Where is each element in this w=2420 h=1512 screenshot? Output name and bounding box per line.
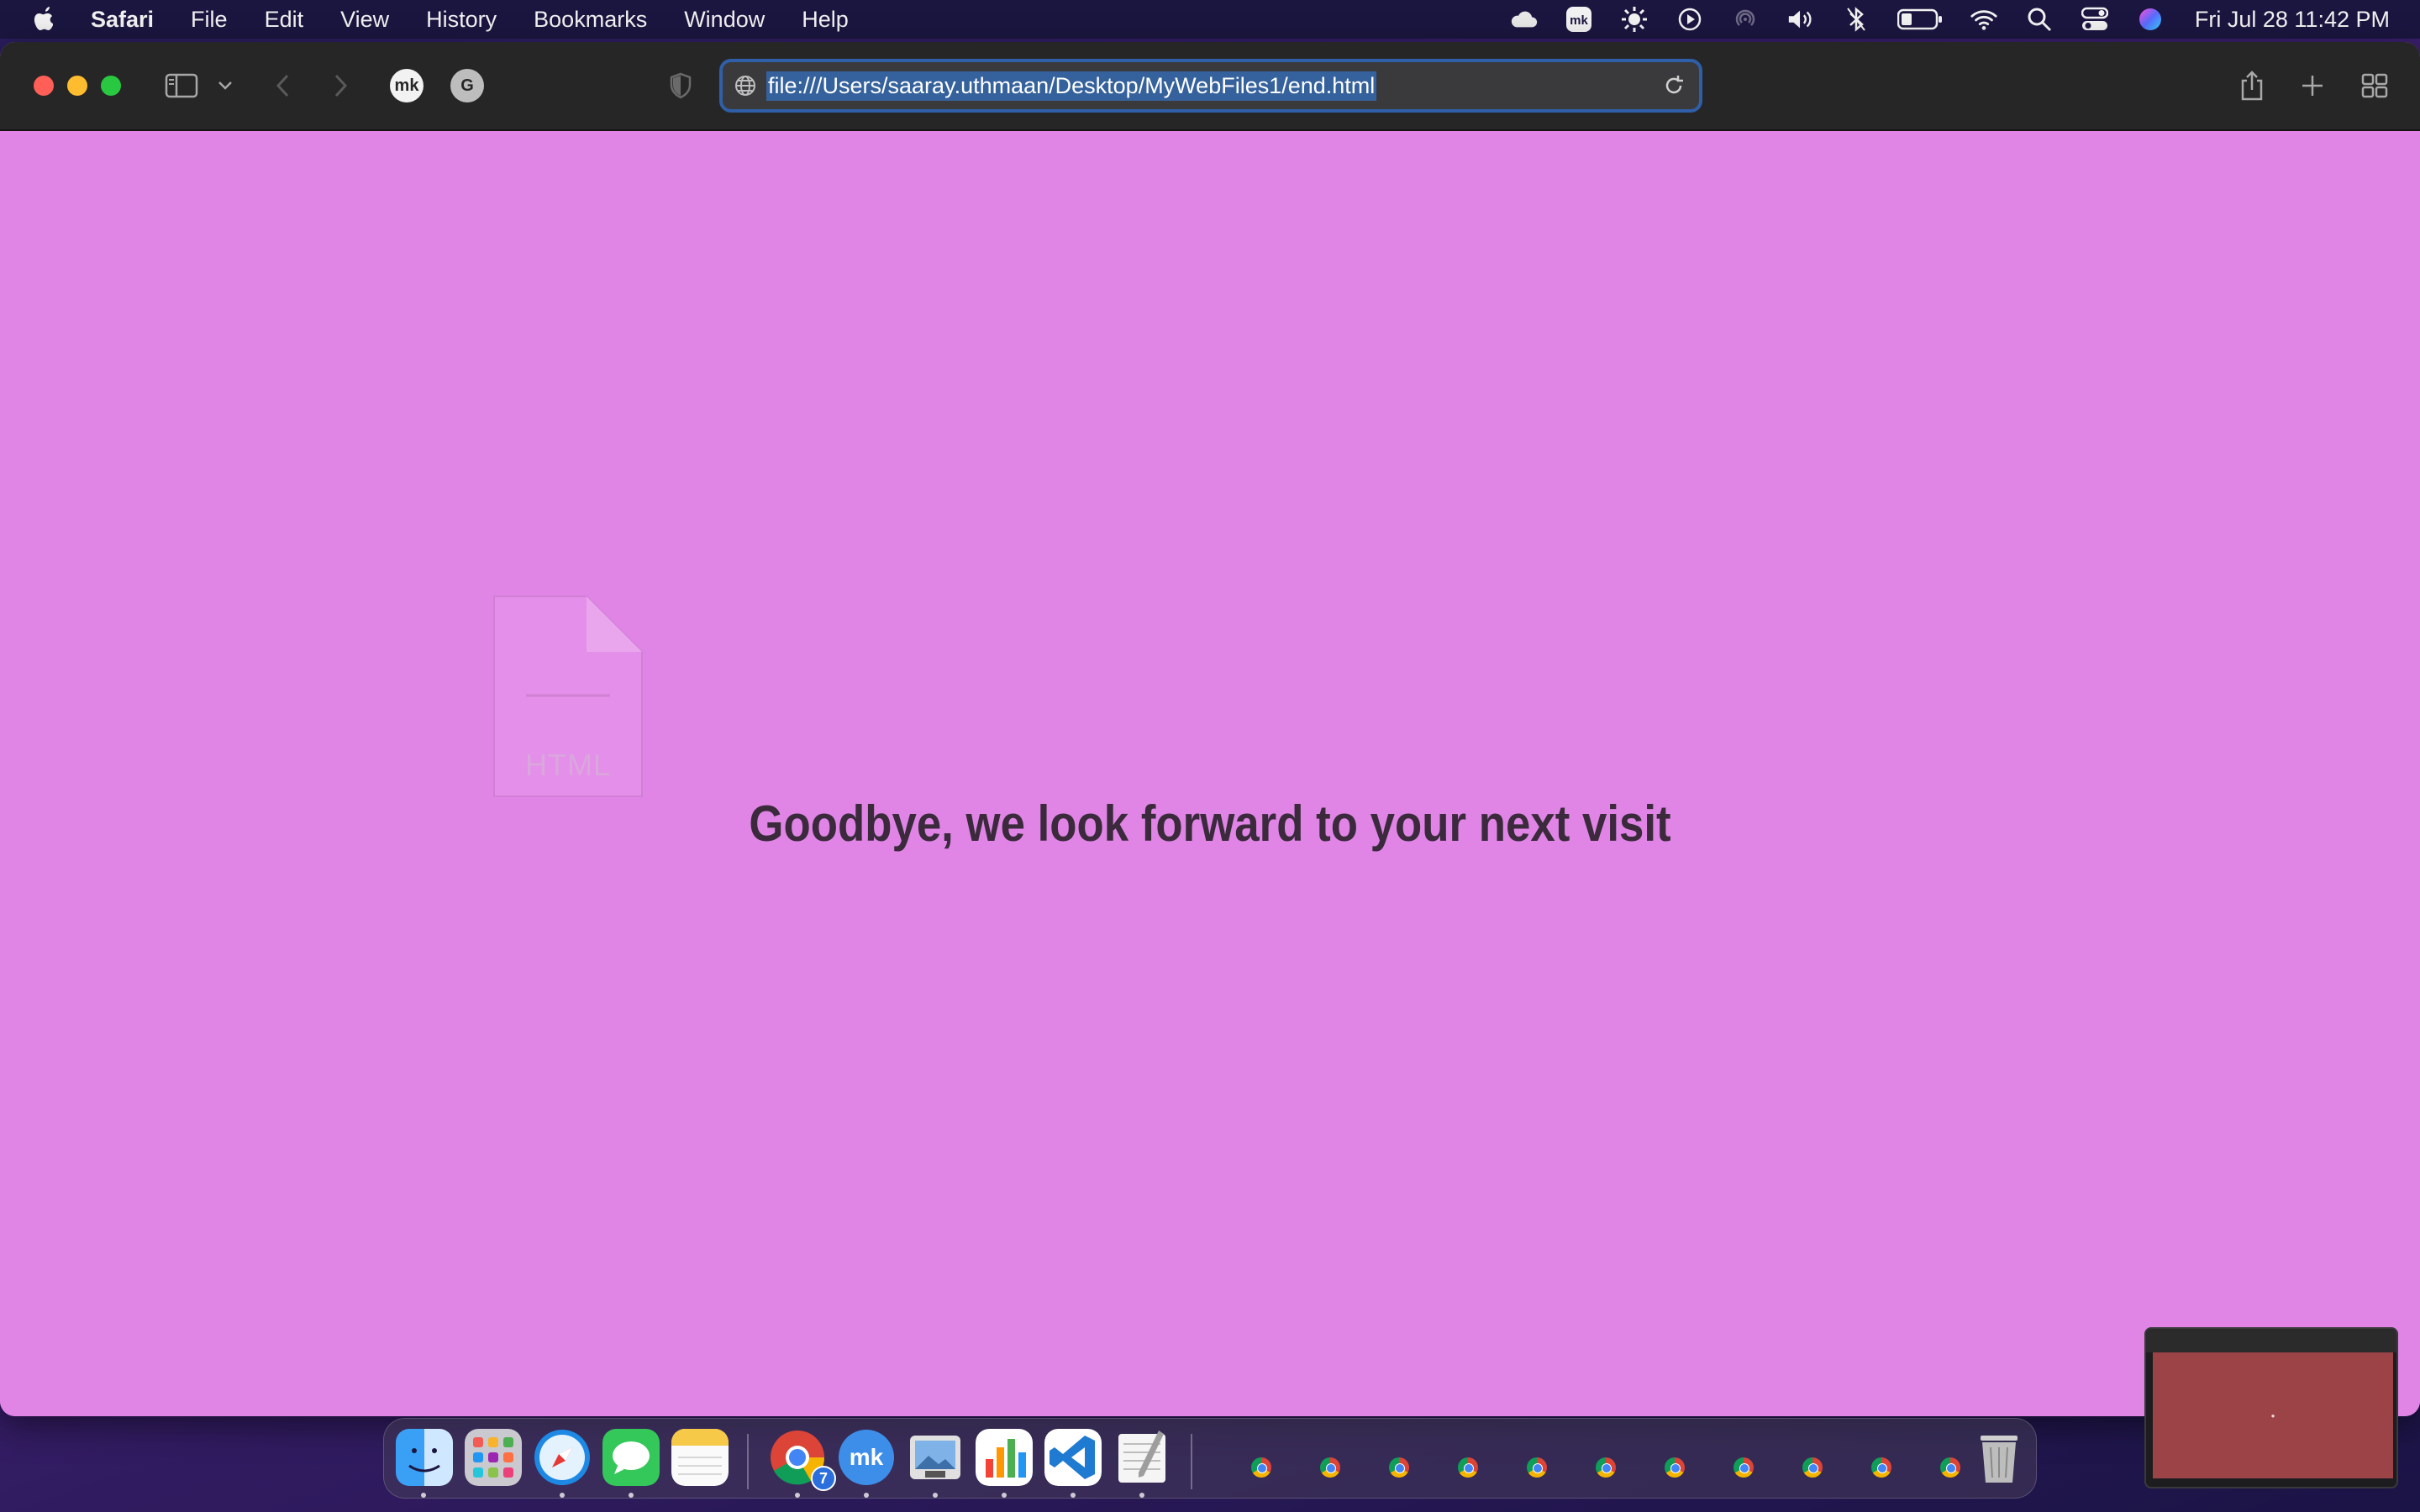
vscode-running-dot: [1071, 1493, 1076, 1498]
minimize-window-button[interactable]: [67, 76, 87, 96]
control-center-icon[interactable]: [2081, 5, 2109, 34]
textedit-icon[interactable]: [1113, 1429, 1171, 1486]
thumbnail-dot: ●: [2270, 1411, 2275, 1420]
sun-icon[interactable]: [1620, 5, 1649, 34]
safari-window: mk G file:///Users/saaray.uthmaan/Deskto…: [0, 42, 2420, 1416]
minimized-chrome-window-icon[interactable]: [1320, 1457, 1340, 1478]
zoom-window-button[interactable]: [101, 76, 121, 96]
menu-edit[interactable]: Edit: [265, 7, 304, 33]
cloud-icon[interactable]: [1509, 5, 1538, 34]
minimized-chrome-window-icon[interactable]: [1251, 1457, 1271, 1478]
airdrop-icon[interactable]: [1731, 5, 1760, 34]
dock: 7 mk: [383, 1418, 2037, 1499]
dock-separator: [747, 1434, 749, 1489]
sidebar-toggle-icon[interactable]: [163, 67, 200, 104]
url-field-selected-text[interactable]: file:///Users/saaray.uthmaan/Desktop/MyW…: [766, 71, 1377, 101]
volume-icon[interactable]: [1786, 5, 1815, 34]
globe-icon: [734, 75, 756, 97]
window-thumbnail-preview[interactable]: ●: [2144, 1327, 2398, 1488]
minimized-chrome-window-icon[interactable]: [1733, 1457, 1754, 1478]
address-bar[interactable]: file:///Users/saaray.uthmaan/Desktop/MyW…: [719, 59, 1702, 113]
trash-icon[interactable]: [1970, 1429, 2028, 1486]
wifi-icon[interactable]: [1970, 5, 1998, 34]
mk-app-running-dot: [864, 1493, 869, 1498]
preview-running-dot: [933, 1493, 938, 1498]
web-page-content: HTML Goodbye, we look forward to your ne…: [0, 131, 2420, 1416]
numbers-running-dot: [1002, 1493, 1007, 1498]
file-icon-label: HTML: [525, 748, 611, 782]
svg-text:mk: mk: [850, 1444, 884, 1470]
textedit-running-dot: [1139, 1493, 1144, 1498]
minimized-chrome-window-icon[interactable]: [1871, 1457, 1891, 1478]
menu-help[interactable]: Help: [802, 7, 849, 33]
menu-window[interactable]: Window: [684, 7, 765, 33]
close-window-button[interactable]: [34, 76, 54, 96]
mk-icon[interactable]: mk: [1565, 5, 1593, 34]
messages-icon[interactable]: [602, 1429, 660, 1486]
preview-icon[interactable]: [907, 1429, 964, 1486]
menu-bar: Safari File Edit View History Bookmarks …: [0, 0, 2420, 39]
goodbye-message: Goodbye, we look forward to your next vi…: [749, 795, 1671, 852]
finder-icon[interactable]: [396, 1429, 453, 1486]
messages-running-dot: [629, 1493, 634, 1498]
play-icon[interactable]: [1676, 5, 1704, 34]
bluetooth-icon[interactable]: [1842, 5, 1870, 34]
minimized-chrome-window-icon[interactable]: [1458, 1457, 1478, 1478]
mk-extension-button[interactable]: mk: [388, 67, 425, 104]
back-button[interactable]: [271, 67, 294, 104]
tab-overview-icon[interactable]: [2358, 67, 2391, 104]
launchpad-icon[interactable]: [465, 1429, 522, 1486]
finder-running-dot: [421, 1493, 426, 1498]
safari-toolbar: mk G file:///Users/saaray.uthmaan/Deskto…: [0, 42, 2420, 131]
svg-text:mk: mk: [1570, 13, 1588, 28]
dock-separator: [1191, 1434, 1192, 1489]
grammarly-extension-button[interactable]: G: [449, 67, 486, 104]
safari-icon[interactable]: [534, 1429, 591, 1486]
mk-app-icon[interactable]: mk: [838, 1429, 895, 1486]
chevron-down-icon[interactable]: [215, 67, 235, 104]
share-icon[interactable]: [2235, 67, 2269, 104]
minimized-chrome-window-icon[interactable]: [1527, 1457, 1547, 1478]
apple-menu-icon[interactable]: [32, 5, 57, 34]
reload-icon[interactable]: [1662, 74, 1686, 97]
minimized-chrome-window-icon[interactable]: [1665, 1457, 1685, 1478]
minimized-chrome-window-icon[interactable]: [1596, 1457, 1616, 1478]
new-tab-icon[interactable]: [2296, 67, 2329, 104]
chrome-notification-badge: 7: [811, 1466, 836, 1491]
menubar-clock[interactable]: Fri Jul 28 11:42 PM: [2195, 7, 2390, 33]
menu-view[interactable]: View: [340, 7, 389, 33]
menu-app-safari[interactable]: Safari: [91, 7, 154, 33]
chrome-running-dot: [795, 1493, 800, 1498]
mk-extension-icon: mk: [390, 69, 424, 102]
minimized-chrome-window-icon[interactable]: [1940, 1457, 1960, 1478]
grammarly-extension-icon: G: [450, 69, 484, 102]
privacy-report-shield-icon[interactable]: [664, 67, 697, 104]
minimized-chrome-window-icon[interactable]: [1389, 1457, 1409, 1478]
vscode-icon[interactable]: [1044, 1429, 1102, 1486]
notes-icon[interactable]: [671, 1429, 729, 1486]
minimized-chrome-window-icon[interactable]: [1802, 1457, 1823, 1478]
siri-icon[interactable]: [2136, 5, 2165, 34]
battery-icon[interactable]: [1897, 5, 1943, 34]
forward-button[interactable]: [329, 67, 353, 104]
menu-history[interactable]: History: [426, 7, 497, 33]
search-icon[interactable]: [2025, 5, 2054, 34]
menu-file[interactable]: File: [191, 7, 228, 33]
numbers-icon[interactable]: [976, 1429, 1033, 1486]
menu-bookmarks[interactable]: Bookmarks: [534, 7, 647, 33]
safari-running-dot: [560, 1493, 565, 1498]
